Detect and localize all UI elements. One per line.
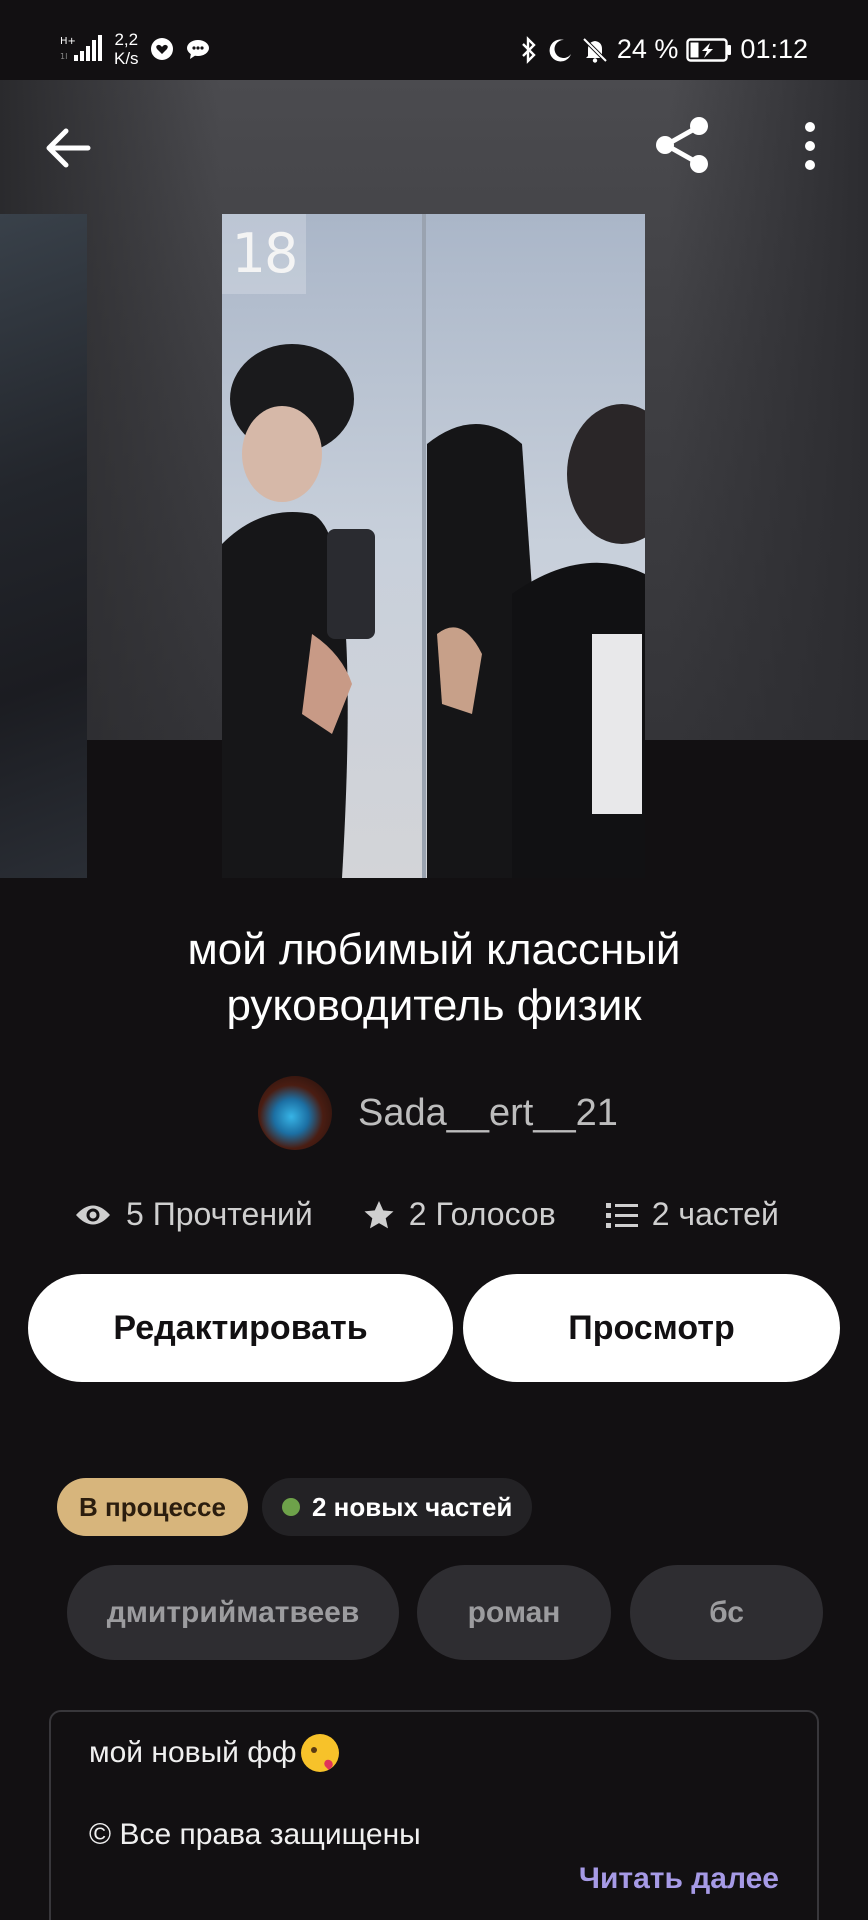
previous-cover-image[interactable]	[0, 214, 87, 878]
new-indicator-dot	[282, 1498, 300, 1516]
reads-stat: 5 Прочтений	[74, 1196, 313, 1233]
clock: 01:12	[740, 34, 808, 64]
votes-count: 2 Голосов	[408, 1196, 556, 1232]
author-link[interactable]: Sada__ert__21	[258, 1076, 618, 1150]
back-arrow-icon[interactable]	[40, 120, 96, 176]
bell-off-icon	[582, 37, 608, 63]
share-icon[interactable]	[652, 114, 714, 176]
list-icon	[605, 1202, 638, 1228]
copyright-text: © Все права защищены	[89, 1818, 421, 1851]
battery-charging-icon	[686, 37, 732, 62]
kiss-emoji-icon	[300, 1734, 339, 1772]
author-avatar[interactable]	[258, 1076, 332, 1150]
star-icon	[364, 1200, 394, 1228]
backdrop-shade-right	[668, 80, 868, 740]
votes-stat: 2 Голосов	[363, 1196, 556, 1233]
svg-text:H+: H+	[60, 36, 76, 47]
new-parts-label: 2 новых частей	[312, 1491, 513, 1522]
battery-percent: 24 %	[616, 34, 679, 64]
story-cover-image[interactable]: 18	[222, 214, 645, 878]
svg-text:1I: 1I	[60, 52, 67, 61]
parts-count: 2 частей	[651, 1196, 779, 1232]
signal-icon: H+ 1I	[60, 35, 102, 61]
net-speed: 2,2 K/s	[114, 30, 139, 68]
edit-button[interactable]: Редактировать	[28, 1274, 453, 1382]
description-box: мой новый фф © Все права защищены Читать…	[49, 1710, 819, 1920]
story-title: мой любимый классный руководитель физик	[187, 925, 681, 1030]
tag-chip[interactable]: роман	[417, 1565, 611, 1660]
cover-photo	[222, 214, 645, 878]
description-line: мой новый фф	[89, 1734, 339, 1772]
more-vertical-icon[interactable]	[790, 116, 830, 176]
cloud-chat-icon	[186, 40, 209, 59]
reads-count: 5 Прочтений	[126, 1196, 313, 1232]
new-parts-badge: 2 новых частей	[262, 1478, 533, 1536]
bluetooth-icon	[522, 35, 536, 64]
preview-button[interactable]: Просмотр	[463, 1274, 840, 1382]
author-name[interactable]: Sada__ert__21	[358, 1092, 618, 1135]
status-bar: H+ 1I 2,2 K/s 24 % 01:12	[0, 0, 868, 80]
read-more-link[interactable]: Читать далее	[579, 1862, 779, 1896]
heart-chat-icon	[150, 38, 173, 60]
tag-chip[interactable]: дмитрийматвеев	[67, 1565, 399, 1660]
moon-icon	[549, 38, 571, 61]
status-badge: В процессе	[57, 1478, 248, 1536]
description-text: мой новый фф	[89, 1736, 297, 1769]
cover-sign-number: 18	[222, 214, 306, 294]
tag-chip[interactable]: бс	[630, 1565, 823, 1660]
parts-stat: 2 частей	[605, 1196, 779, 1233]
eye-icon	[76, 1205, 110, 1224]
story-stats: 5 Прочтений 2 Голосов 2 частей	[74, 1196, 779, 1233]
